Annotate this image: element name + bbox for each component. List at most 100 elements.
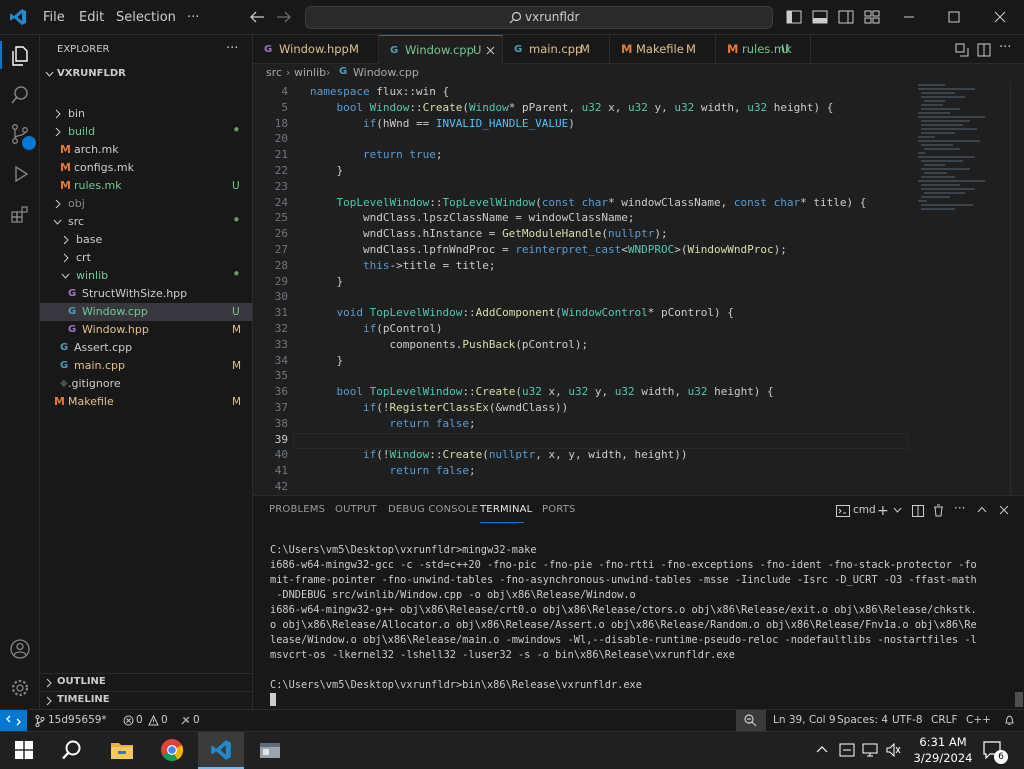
terminal-scrollbar[interactable] xyxy=(1015,692,1023,707)
taskbar-search-icon[interactable] xyxy=(61,739,83,761)
toggle-panel-icon[interactable] xyxy=(812,10,828,24)
clock-date[interactable]: 3/29/2024 xyxy=(910,751,976,765)
tab-makefile[interactable]: M Makefile M xyxy=(610,35,716,64)
tab-output[interactable]: OUTPUT xyxy=(335,504,377,515)
folder-src[interactable]: src • xyxy=(40,211,252,231)
accounts-icon[interactable] xyxy=(9,638,31,660)
minimap[interactable] xyxy=(915,83,1010,495)
explorer-root-folder[interactable]: VXRUNFLDR xyxy=(40,65,252,83)
menu-more[interactable]: ··· xyxy=(187,0,199,35)
file-main-cpp[interactable]: Gmain.cpp M xyxy=(40,357,252,375)
zoom-indicator[interactable] xyxy=(736,710,766,731)
file-window-hpp[interactable]: G Window.hpp M xyxy=(40,321,252,339)
network-icon[interactable] xyxy=(862,742,878,758)
file-arch-mk[interactable]: March.mk xyxy=(40,141,252,159)
extensions-icon[interactable] xyxy=(9,204,31,226)
editor-more-icon[interactable]: ··· xyxy=(999,40,1011,55)
manage-gear-icon[interactable] xyxy=(9,677,31,699)
file-assert-cpp[interactable]: G Assert.cpp xyxy=(40,339,252,357)
volume-icon[interactable] xyxy=(885,742,901,758)
outline-section[interactable]: OUTLINE xyxy=(40,673,252,691)
folder-base[interactable]: base xyxy=(40,231,252,249)
editor-scrollbar[interactable] xyxy=(1010,83,1024,495)
back-arrow-icon[interactable] xyxy=(249,10,265,24)
tab-window-hpp[interactable]: G Window.hpp M xyxy=(253,35,379,64)
cursor-position[interactable]: Ln 39, Col 9 xyxy=(773,710,836,730)
split-terminal-icon[interactable] xyxy=(912,505,924,517)
toggle-secondary-sidebar-icon[interactable] xyxy=(838,10,854,24)
toggle-primary-sidebar-icon[interactable] xyxy=(786,10,802,24)
error-count[interactable]: 0 xyxy=(136,710,143,730)
folder-crt[interactable]: crt xyxy=(40,249,252,267)
remote-indicator[interactable] xyxy=(0,710,27,731)
clock-time[interactable]: 6:31 AM xyxy=(917,735,969,749)
tab-terminal[interactable]: TERMINAL xyxy=(480,504,532,515)
tree-item-label: .gitignore xyxy=(68,377,121,390)
run-debug-icon[interactable] xyxy=(9,163,31,185)
file-makefile[interactable]: M Makefile M xyxy=(40,393,252,411)
security-icon[interactable] xyxy=(839,742,855,758)
search-view-icon[interactable] xyxy=(9,84,31,106)
menu-selection[interactable]: Selection xyxy=(116,0,176,35)
folder-obj[interactable]: obj xyxy=(40,195,252,213)
minimize-icon[interactable] xyxy=(903,12,915,22)
chevron-down-icon[interactable] xyxy=(893,507,902,513)
open-changes-icon[interactable] xyxy=(955,43,969,57)
line-number: 37 xyxy=(274,401,288,414)
encoding[interactable]: UTF-8 xyxy=(892,710,923,730)
tab-main-cpp[interactable]: Gmain.cpp M xyxy=(503,35,610,64)
app-window-icon[interactable] xyxy=(258,740,282,760)
tab-rules-mk[interactable]: Mrules.mk U xyxy=(716,35,811,64)
chevron-right-icon xyxy=(45,678,53,688)
customize-layout-icon[interactable] xyxy=(864,10,880,24)
tab-window-cpp[interactable]: G Window.cpp U xyxy=(379,35,503,64)
tab-debug-console[interactable]: DEBUG CONSOLE xyxy=(388,504,478,515)
tab-problems[interactable]: PROBLEMS xyxy=(269,504,325,515)
outline-title: OUTLINE xyxy=(57,676,106,687)
maximize-icon[interactable] xyxy=(948,11,960,23)
breadcrumb-file[interactable]: Window.cpp xyxy=(353,66,419,79)
terminal-shell-name[interactable]: cmd xyxy=(853,504,876,516)
file-structwithsize-hpp[interactable]: G StructWithSize.hpp xyxy=(40,285,252,303)
panel-more-icon[interactable]: ··· xyxy=(954,501,965,515)
forward-arrow-icon[interactable] xyxy=(276,10,292,24)
file-window-cpp[interactable]: G Window.cpp U xyxy=(40,303,252,321)
file-configs-mk[interactable]: Mconfigs.mk xyxy=(40,159,252,177)
menu-edit[interactable]: Edit xyxy=(79,0,104,35)
code-editor[interactable]: 4 namespace flux::win {5 bool Window::Cre… xyxy=(253,83,1024,495)
menu-file[interactable]: File xyxy=(43,0,65,35)
vscode-taskbar-button[interactable] xyxy=(198,732,244,769)
command-center-search[interactable]: vxrunfldr xyxy=(305,6,773,29)
windows-start-icon[interactable] xyxy=(15,741,33,759)
folder-bin[interactable]: bin xyxy=(40,105,252,123)
folder-winlib[interactable]: winlib • xyxy=(40,265,252,285)
notifications-bell-icon[interactable] xyxy=(1004,714,1015,726)
close-panel-icon[interactable] xyxy=(999,505,1009,515)
maximize-panel-icon[interactable] xyxy=(977,506,987,513)
explorer-icon[interactable] xyxy=(9,45,31,67)
language-mode[interactable]: C++ xyxy=(966,710,991,730)
ports-count[interactable]: 0 xyxy=(193,710,200,730)
end-of-line[interactable]: CRLF xyxy=(931,710,958,730)
code-line: } xyxy=(310,353,344,367)
chrome-icon[interactable] xyxy=(160,738,184,762)
close-window-icon[interactable] xyxy=(994,11,1006,23)
file-gitignore[interactable]: ◆ .gitignore xyxy=(40,375,252,393)
file-explorer-icon[interactable] xyxy=(110,740,134,760)
timeline-section[interactable]: TIMELINE xyxy=(40,691,252,709)
chevron-up-icon[interactable] xyxy=(816,745,828,753)
folder-build[interactable]: build • xyxy=(40,121,252,141)
vscode-icon xyxy=(211,740,231,760)
new-terminal-icon[interactable]: + xyxy=(877,503,889,519)
indentation[interactable]: Spaces: 4 xyxy=(837,710,888,730)
breadcrumb-winlib[interactable]: winlib xyxy=(294,66,326,79)
split-editor-icon[interactable] xyxy=(977,43,991,57)
explorer-more-button[interactable]: ··· xyxy=(226,41,238,56)
close-tab-icon[interactable] xyxy=(486,46,495,55)
trash-icon[interactable] xyxy=(933,504,944,517)
warning-count[interactable]: 0 xyxy=(161,710,168,730)
breadcrumb-src[interactable]: src xyxy=(266,66,282,79)
file-rules-mk[interactable]: Mrules.mk U xyxy=(40,177,252,195)
branch-name[interactable]: 15d95659* xyxy=(48,710,107,730)
tab-ports[interactable]: PORTS xyxy=(542,504,576,515)
